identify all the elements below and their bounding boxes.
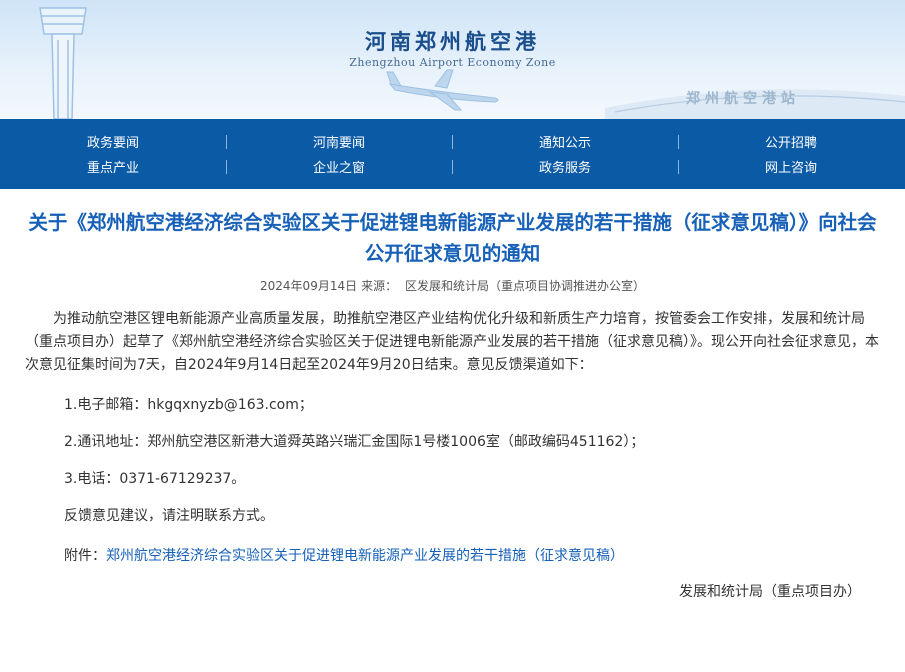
article-date: 2024年09月14日: [260, 279, 358, 293]
article-title: 关于《郑州航空港经济综合实验区关于促进锂电新能源产业发展的若干措施（征求意见稿）…: [28, 211, 877, 265]
source-label: 来源：: [361, 279, 398, 293]
contact-email: 1.电子邮箱：hkgqxnyzb@163.com；: [64, 397, 313, 413]
article-signature: 发展和统计局（重点项目办）: [679, 584, 861, 600]
contact-address: 2.通讯地址：郑州航空港区新港大道舜英路兴瑞汇金国际1号楼1006室（邮政编码4…: [64, 434, 645, 450]
nav-item-tongzhi-gongshi[interactable]: 通知公示: [452, 132, 678, 151]
attachment-label: 附件：: [64, 548, 106, 564]
nav-item-gongkai-zhaopin[interactable]: 公开招聘: [678, 132, 904, 151]
header-banner: 河南郑州航空港 Zhengzhou Airport Economy Zone 郑…: [0, 0, 905, 119]
attachment-row: 附件：郑州航空港经济综合实验区关于促进锂电新能源产业发展的若干措施（征求意见稿）: [20, 545, 885, 565]
nav-row-1: 政务要闻 河南要闻 通知公示 公开招聘: [0, 119, 905, 154]
site-subtitle: Zhengzhou Airport Economy Zone: [349, 56, 556, 69]
airplane-illustration: [386, 69, 499, 111]
article-container: 关于《郑州航空港经济综合实验区关于促进锂电新能源产业发展的若干措施（征求意见稿）…: [0, 207, 905, 601]
nav-row-2: 重点产业 企业之窗 政务服务 网上咨询: [0, 154, 905, 179]
attachment-link[interactable]: 郑州航空港经济综合实验区关于促进锂电新能源产业发展的若干措施（征求意见稿）: [106, 548, 624, 564]
station-text: 郑州航空港站: [686, 91, 800, 107]
main-nav: 政务要闻 河南要闻 通知公示 公开招聘 重点产业 企业之窗 政务服务 网上咨询: [0, 119, 905, 189]
nav-item-henan-yaowen[interactable]: 河南要闻: [226, 132, 452, 151]
nav-item-zhengwu-yaowen[interactable]: 政务要闻: [0, 132, 226, 151]
nav-item-wangshang-zixun[interactable]: 网上咨询: [678, 157, 904, 176]
article-source: 区发展和统计局（重点项目协调推进办公室）: [404, 279, 645, 293]
feedback-note: 反馈意见建议，请注明联系方式。: [64, 508, 274, 524]
nav-item-zhengwu-fuwu[interactable]: 政务服务: [452, 157, 678, 176]
site-title: 河南郑州航空港: [365, 29, 540, 54]
contact-phone: 3.电话：0371-67129237。: [64, 471, 246, 487]
article-intro: 为推动航空港区锂电新能源产业高质量发展，助推航空港区产业结构优化升级和新质生产力…: [25, 311, 879, 373]
nav-item-zhongdian-chanye[interactable]: 重点产业: [0, 157, 226, 176]
article-meta: 2024年09月14日 来源： 区发展和统计局（重点项目协调推进办公室）: [20, 277, 885, 294]
nav-item-qiye-zhichuang[interactable]: 企业之窗: [226, 157, 452, 176]
